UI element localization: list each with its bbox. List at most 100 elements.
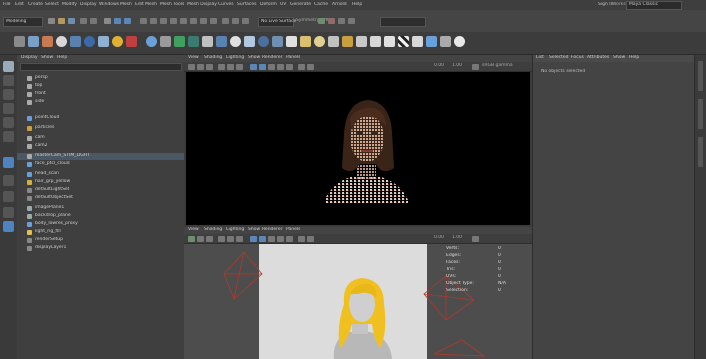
viewport-top-canvas[interactable]: [186, 72, 530, 225]
outliner-search-input[interactable]: [20, 63, 182, 71]
outliner-item-selected[interactable]: masterCam_STIM_LIGHT: [17, 153, 184, 160]
pick-mask-edge-icon[interactable]: [150, 18, 157, 24]
save-scene-icon[interactable]: [68, 18, 75, 24]
lasso-tool-icon[interactable]: [3, 75, 14, 86]
render-current-frame-icon[interactable]: [318, 18, 325, 24]
channel-box-side-tab[interactable]: [698, 61, 703, 91]
shelf-uv-editor-icon[interactable]: [426, 36, 437, 47]
vp-top-menu-panels[interactable]: Panels: [286, 55, 300, 61]
menu-generate[interactable]: Generate: [290, 2, 311, 8]
undo-icon[interactable]: [80, 18, 87, 24]
smooth-shade-icon[interactable]: [259, 236, 266, 242]
menu-deform[interactable]: Deform: [260, 2, 277, 8]
outliner-item[interactable]: head_scan: [17, 171, 184, 178]
attribute-editor-side-tab[interactable]: [698, 99, 703, 129]
live-surface-field[interactable]: No Live Surface: [258, 17, 296, 27]
shelf-select-icon[interactable]: [14, 36, 25, 47]
outliner-item[interactable]: body_lowres_proxy: [17, 221, 184, 228]
isolate-icon[interactable]: [307, 64, 314, 70]
pick-mask-surface-icon[interactable]: [190, 18, 197, 24]
move-tool-icon[interactable]: [3, 103, 14, 114]
color-management-icon[interactable]: [472, 64, 479, 70]
select-hierarchy-icon[interactable]: [104, 18, 111, 24]
hypershade-icon[interactable]: [348, 18, 355, 24]
outliner-item[interactable]: defaultLightSet: [17, 187, 184, 194]
single-perspective-layout-icon[interactable]: [3, 157, 14, 168]
vp-bot-menu-shading[interactable]: Shading: [204, 227, 222, 233]
tab-show[interactable]: Show: [613, 55, 625, 61]
outliner-item[interactable]: cam2: [17, 143, 184, 150]
pick-mask-uv-icon[interactable]: [170, 18, 177, 24]
film-gate-icon[interactable]: [227, 64, 234, 70]
shelf-superellipse-icon[interactable]: [258, 36, 269, 47]
outliner-item[interactable]: side: [17, 99, 184, 106]
tab-focus[interactable]: Focus: [571, 55, 584, 61]
menu-uv[interactable]: UV: [280, 2, 286, 8]
viewport-bottom-canvas[interactable]: Verts: 0 Edges: 0 Faces: 0 Tris: 0 UVs: …: [184, 244, 532, 359]
outliner-menu-show[interactable]: Show: [41, 55, 53, 61]
textured-icon[interactable]: [268, 236, 275, 242]
vp-top-exposure[interactable]: 1.00: [452, 63, 462, 69]
xray-icon[interactable]: [298, 236, 305, 242]
vp-top-menu-renderer[interactable]: Renderer: [262, 55, 283, 61]
vp-top-menu-view[interactable]: View: [188, 55, 199, 61]
menu-mesh[interactable]: Mesh: [120, 2, 132, 8]
scale-tool-icon[interactable]: [3, 131, 14, 142]
menu-windows[interactable]: Windows: [99, 2, 119, 8]
pick-mask-vertex-icon[interactable]: [140, 18, 147, 24]
menu-edit-mesh[interactable]: Edit Mesh: [135, 2, 157, 8]
shadows-icon[interactable]: [286, 64, 293, 70]
pick-mask-deform-icon[interactable]: [200, 18, 207, 24]
shelf-torus-icon[interactable]: [126, 36, 137, 47]
select-object-icon[interactable]: [114, 18, 121, 24]
shelf-plane-icon[interactable]: [160, 36, 171, 47]
outliner-item[interactable]: hair_grp_yellow: [17, 179, 184, 186]
outliner-item[interactable]: particles: [17, 125, 184, 132]
vp-top-menu-show[interactable]: Show: [248, 55, 260, 61]
outliner-item[interactable]: cam: [17, 135, 184, 142]
snap-point-icon[interactable]: [242, 18, 249, 24]
vp-bot-gamma[interactable]: 0.00: [434, 235, 444, 241]
lights-icon[interactable]: [277, 236, 284, 242]
vp-bot-menu-panels[interactable]: Panels: [286, 227, 300, 233]
outliner-item[interactable]: renderSetup: [17, 237, 184, 244]
tab-attributes[interactable]: Attributes: [587, 55, 609, 61]
grid-icon[interactable]: [218, 236, 225, 242]
outliner-item[interactable]: backdrop_plane: [17, 213, 184, 220]
two-view-layout-icon[interactable]: [3, 191, 14, 202]
bookmark-icon[interactable]: [197, 236, 204, 242]
snap-curve-icon[interactable]: [232, 18, 239, 24]
menu-file[interactable]: File: [3, 2, 11, 8]
shelf-cloud-icon[interactable]: [454, 36, 465, 47]
vp-top-menu-shading[interactable]: Shading: [204, 55, 222, 61]
menu-help[interactable]: Help: [352, 2, 362, 8]
isolate-icon[interactable]: [307, 236, 314, 242]
shelf-bridge-icon[interactable]: [342, 36, 353, 47]
select-tool-icon[interactable]: [3, 61, 14, 72]
smooth-shade-icon[interactable]: [259, 64, 266, 70]
bookmark-icon[interactable]: [197, 64, 204, 70]
shelf-extrude-icon[interactable]: [314, 36, 325, 47]
shelf-prism-icon[interactable]: [188, 36, 199, 47]
menu-arnold[interactable]: Arnold: [332, 2, 347, 8]
shelf-pyramid-icon[interactable]: [174, 36, 185, 47]
vp-top-gamma[interactable]: 0.00: [434, 63, 444, 69]
textured-icon[interactable]: [268, 64, 275, 70]
open-scene-icon[interactable]: [58, 18, 65, 24]
shelf-cone-icon[interactable]: [98, 36, 109, 47]
outliner-item[interactable]: pointCloud: [17, 115, 184, 122]
menu-mesh-display[interactable]: Mesh Display: [187, 2, 217, 8]
shelf-gear-icon[interactable]: [272, 36, 283, 47]
menu-curves[interactable]: Curves: [218, 2, 234, 8]
shelf-separate-icon[interactable]: [370, 36, 381, 47]
shelf-lasso-icon[interactable]: [28, 36, 39, 47]
shelf-sculpt-icon[interactable]: [440, 36, 451, 47]
outliner-menu-display[interactable]: Display: [21, 55, 38, 61]
redo-icon[interactable]: [90, 18, 97, 24]
vp-bot-menu-show[interactable]: Show: [248, 227, 260, 233]
lights-icon[interactable]: [277, 64, 284, 70]
outliner-menu-help[interactable]: Help: [57, 55, 67, 61]
menu-mesh-tools[interactable]: Mesh Tools: [160, 2, 184, 8]
resolution-gate-icon[interactable]: [236, 64, 243, 70]
shelf-combine-icon[interactable]: [356, 36, 367, 47]
